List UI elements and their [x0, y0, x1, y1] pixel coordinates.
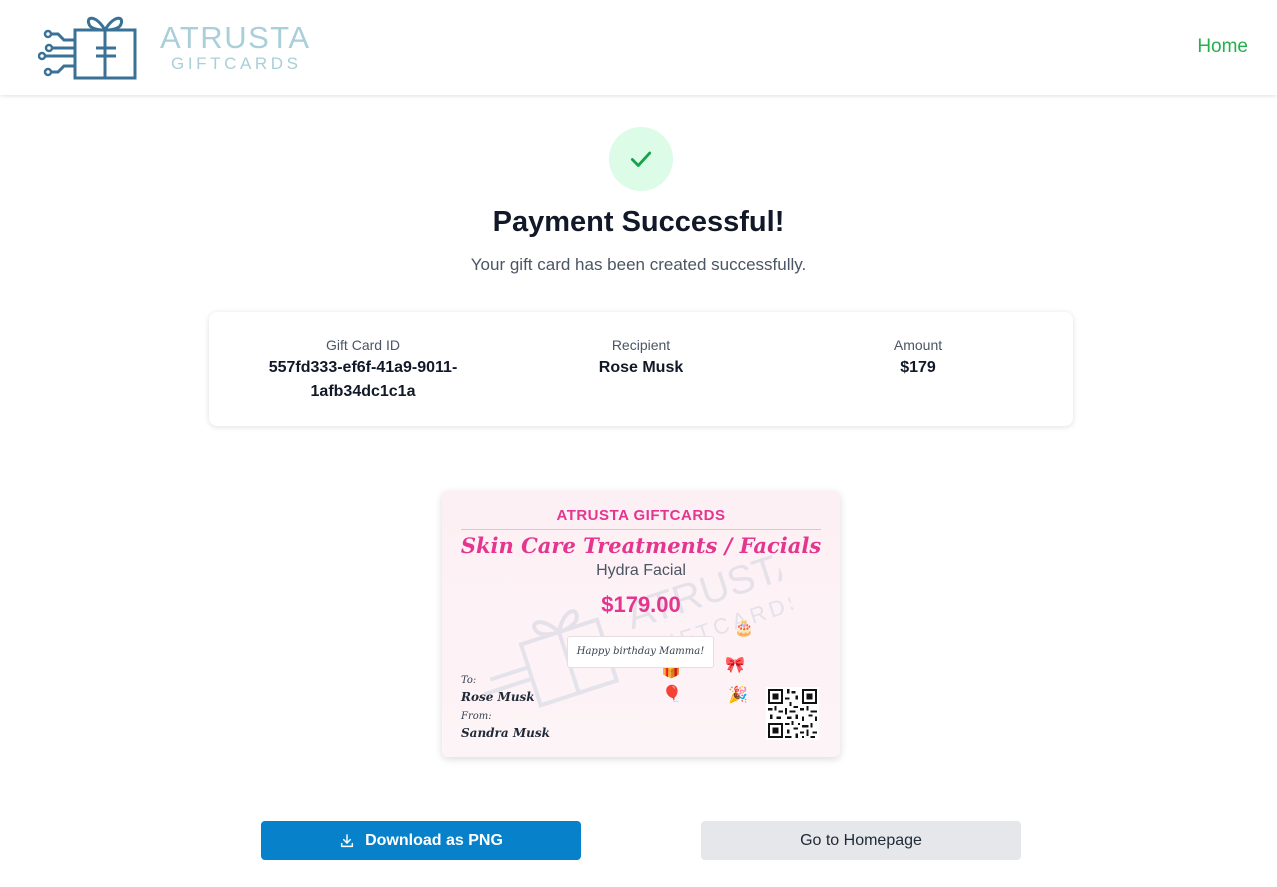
gift-card-item: Hydra Facial [596, 562, 686, 579]
gift-card-category: Skin Care Treatments / Facials [460, 533, 822, 558]
gift-circuit-icon [38, 16, 137, 80]
amount-label: Amount [893, 337, 943, 353]
gift-card-divider [461, 529, 821, 530]
nav-home-link[interactable]: Home [1197, 36, 1248, 58]
gift-card-preview: ATRUSTA GIFTCARDS ATRUSTA GIFTCARDS Skin… [442, 491, 840, 757]
download-png-button[interactable]: Download as PNG [261, 821, 581, 860]
cake-icon: 🎂 [734, 620, 754, 637]
go-to-homepage-button[interactable]: Go to Homepage [701, 821, 1021, 860]
order-summary-card: Gift Card ID 557fd333-ef6f-41a9-9011- 1a… [209, 312, 1073, 426]
header: ATRUSTA GIFTCARDS Home [0, 0, 1277, 95]
recipient-label: Recipient [611, 337, 671, 353]
page-subtitle: Your gift card has been created successf… [470, 255, 807, 274]
success-badge [609, 127, 673, 191]
logo-text-primary: ATRUSTA [160, 20, 311, 55]
gift-card-to: Rose Musk [461, 690, 535, 704]
gift-card-id-line2: 1afb34dc1c1a [310, 383, 416, 400]
download-png-label: Download as PNG [365, 831, 503, 849]
party-popper-icon: 🎉 [728, 687, 748, 704]
logo-text-secondary: GIFTCARDS [171, 54, 302, 73]
checkmark-icon [630, 151, 652, 167]
page-title: Payment Successful! [492, 206, 785, 238]
gift-card-message: Happy birthday Mamma! [567, 636, 714, 668]
gift-card-id-label: Gift Card ID [326, 337, 400, 353]
download-icon [339, 833, 355, 849]
gift-card-to-label: To: [461, 675, 477, 686]
recipient-section: Recipient Rose Musk [541, 336, 741, 380]
gift-card-amount: $179.00 [601, 592, 681, 617]
qr-code-icon [766, 687, 819, 740]
logo[interactable]: ATRUSTA GIFTCARDS [38, 10, 311, 84]
balloon-icon: 🎈 [662, 686, 682, 703]
gift-card-from-label: From: [461, 711, 492, 722]
gift-card-id-line1: 557fd333-ef6f-41a9-9011- [268, 359, 458, 376]
go-to-homepage-label: Go to Homepage [800, 831, 922, 849]
gift-card-brand: ATRUSTA GIFTCARDS [556, 507, 726, 524]
gift-card-from: Sandra Musk [461, 726, 550, 740]
gift-card-id-section: Gift Card ID 557fd333-ef6f-41a9-9011- 1a… [249, 336, 477, 404]
gift-card-id-value: 557fd333-ef6f-41a9-9011- 1afb34dc1c1a [249, 356, 477, 404]
recipient-value: Rose Musk [598, 359, 684, 376]
amount-value: $179 [900, 359, 936, 376]
ribbon-icon: 🎀 [725, 657, 745, 674]
amount-section: Amount $179 [818, 336, 1018, 380]
